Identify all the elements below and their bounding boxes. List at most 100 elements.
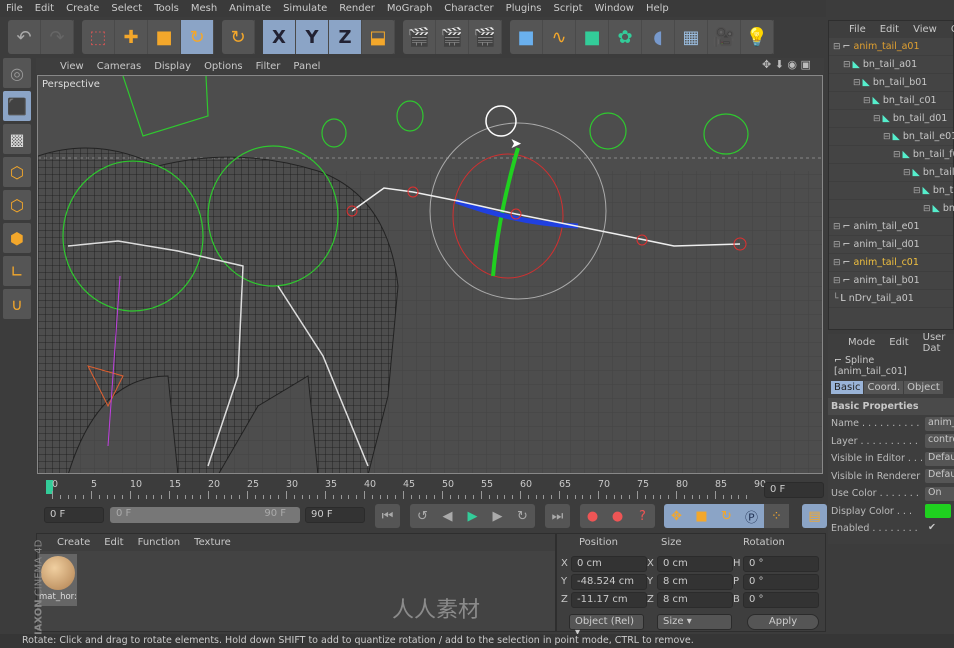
tab-basic[interactable]: Basic [831, 381, 864, 394]
expand-toggle-icon[interactable]: ⊟ [833, 42, 841, 52]
cube-icon[interactable]: ■ [510, 20, 543, 54]
coordinate-mode-dropdown[interactable]: Object (Rel) ▾ [569, 614, 644, 638]
tree-line-icon[interactable]: └ [833, 294, 838, 304]
apply-button[interactable]: Apply [747, 614, 819, 630]
rotate-icon[interactable]: ↻ [181, 20, 214, 54]
frame-range-slider[interactable]: 0 F 90 F [110, 507, 300, 523]
menu-tools[interactable]: Tools [148, 0, 185, 17]
object-row[interactable]: ⊟ ◣ bn_tail_a01 [829, 56, 953, 74]
object-row[interactable]: ⊟◣bn_tail_i01 [829, 200, 954, 218]
end-frame-field[interactable]: 90 F [305, 507, 365, 523]
property-value[interactable]: Default [925, 469, 954, 484]
light-icon[interactable]: 💡 [741, 20, 774, 54]
keyframe-selection-icon[interactable]: ? [630, 504, 655, 528]
expand-toggle-icon[interactable]: ⊟ [883, 132, 891, 142]
menu-create[interactable]: Create [60, 0, 105, 17]
redo-icon[interactable]: ↷ [41, 20, 74, 54]
go-to-end-icon[interactable]: ⏭ [545, 504, 570, 528]
menu-plugins[interactable]: Plugins [500, 0, 548, 17]
next-frame-icon[interactable]: ▶ [485, 504, 510, 528]
go-to-start-icon[interactable]: ⏮ [375, 504, 400, 528]
coordinate-field[interactable]: -11.17 cm [571, 592, 647, 608]
tree-line-icon[interactable]: ⊟ [923, 204, 931, 214]
expand-toggle-icon[interactable]: ⊟ [853, 78, 861, 88]
axis-mode-icon[interactable]: ∟ [3, 256, 31, 286]
object-row[interactable]: ⊟ ⌐ anim_tail_e01 [829, 218, 953, 236]
point-mode-icon[interactable]: ⬡ [3, 157, 31, 187]
previous-key-icon[interactable]: ↺ [410, 504, 435, 528]
tab-coord[interactable]: Coord. [864, 381, 904, 394]
size-mode-dropdown[interactable]: Size ▾ [657, 614, 732, 630]
coordinate-field[interactable]: -48.524 cm [571, 574, 647, 590]
tab-object[interactable]: Object [904, 381, 943, 394]
menu-edit[interactable]: Edit [29, 0, 60, 17]
snap-magnet-icon[interactable]: ∪ [3, 289, 31, 319]
subdivision-icon[interactable]: ■ [576, 20, 609, 54]
render-view-icon[interactable]: 🎬 [403, 20, 436, 54]
object-row[interactable]: ⊟◣bn_tail_f01 [829, 146, 954, 164]
y-axis-icon[interactable]: Y [296, 20, 329, 54]
expand-toggle-icon[interactable]: ⊟ [833, 222, 841, 232]
expand-toggle-icon[interactable]: ⊟ [863, 96, 871, 106]
object-menu-view[interactable]: View [913, 24, 937, 35]
texture-mode-icon[interactable]: ▩ [3, 124, 31, 154]
menu-animate[interactable]: Animate [223, 0, 277, 17]
property-value[interactable]: On [925, 486, 954, 501]
coordinate-field[interactable]: 0 ° [743, 574, 819, 590]
menu-mesh[interactable]: Mesh [185, 0, 223, 17]
object-row[interactable]: ⊟ ◣ bn_tail_b01 [829, 74, 953, 92]
property-value[interactable]: ✔ [925, 522, 954, 536]
coordinate-field[interactable]: 0 ° [743, 556, 819, 572]
z-axis-icon[interactable]: Z [329, 20, 362, 54]
key-position-icon[interactable]: ✥ [664, 504, 689, 528]
menu-select[interactable]: Select [105, 0, 148, 17]
material-menu-create[interactable]: Create [57, 537, 90, 548]
expand-toggle-icon[interactable]: ⊟ [913, 186, 921, 196]
render-picture-viewer-icon[interactable]: 🎬 [436, 20, 469, 54]
viewport-menu-filter[interactable]: Filter [256, 61, 281, 72]
timeline-icon[interactable]: ▤ [802, 504, 827, 528]
property-value[interactable]: anim_tail_c01 [925, 416, 954, 431]
expand-toggle-icon[interactable]: ⊟ [903, 168, 911, 178]
live-selection-icon[interactable]: ⬚ [82, 20, 115, 54]
object-row[interactable]: └ LnDrv_tail_a01 [829, 290, 953, 308]
undo-icon[interactable]: ↶ [8, 20, 41, 54]
camera-icon[interactable]: 🎥 [708, 20, 741, 54]
current-frame-field[interactable]: 0 F [764, 482, 824, 498]
key-parameter-icon[interactable]: Ⓟ [739, 504, 764, 528]
move-icon[interactable]: ✚ [115, 20, 148, 54]
expand-toggle-icon[interactable]: ⊟ [833, 276, 841, 286]
render-settings-icon[interactable]: 🎬 [469, 20, 502, 54]
menu-help[interactable]: Help [640, 0, 675, 17]
display-color-swatch[interactable] [925, 504, 951, 519]
material-menu-function[interactable]: Function [138, 537, 181, 548]
spline-pen-icon[interactable]: ∿ [543, 20, 576, 54]
edge-mode-icon[interactable]: ⬡ [3, 190, 31, 220]
object-row[interactable]: ⊟ ⌐ anim_tail_c01 [829, 254, 953, 272]
menu-file[interactable]: File [0, 0, 29, 17]
expand-toggle-icon[interactable]: ⊟ [873, 114, 881, 124]
viewport-nav-icons[interactable]: ✥ ⬇ ◉ ▣ [762, 58, 811, 71]
key-pla-icon[interactable]: ⁘ [764, 504, 789, 528]
previous-frame-icon[interactable]: ◀ [435, 504, 460, 528]
deformer-icon[interactable]: ◖ [642, 20, 675, 54]
key-rotation-icon[interactable]: ↻ [714, 504, 739, 528]
object-row[interactable]: ⊟ ◣ bn_tail_c01 [829, 92, 953, 110]
property-value[interactable]: Default [925, 451, 954, 466]
viewport-menu-cameras[interactable]: Cameras [97, 61, 141, 72]
key-scale-icon[interactable]: ■ [689, 504, 714, 528]
viewport-menu-display[interactable]: Display [154, 61, 191, 72]
attribute-menu-edit[interactable]: Edit [889, 337, 908, 348]
coordinate-field[interactable]: 8 cm [657, 592, 733, 608]
coordinate-field[interactable]: 0 cm [571, 556, 647, 572]
viewport-menu-panel[interactable]: Panel [293, 61, 320, 72]
coordinate-field[interactable]: 8 cm [657, 574, 733, 590]
floor-icon[interactable]: ▦ [675, 20, 708, 54]
object-mode-icon[interactable]: ⬛ [3, 91, 31, 121]
model-mode-icon[interactable]: ◎ [3, 58, 31, 88]
object-row[interactable]: ⊟ ◣ bn_tail_e01 [829, 128, 954, 146]
recent-tool-icon[interactable]: ↻ [222, 20, 255, 54]
coordinate-field[interactable]: 0 cm [657, 556, 733, 572]
array-icon[interactable]: ✿ [609, 20, 642, 54]
expand-toggle-icon[interactable]: ⊟ [833, 258, 841, 268]
